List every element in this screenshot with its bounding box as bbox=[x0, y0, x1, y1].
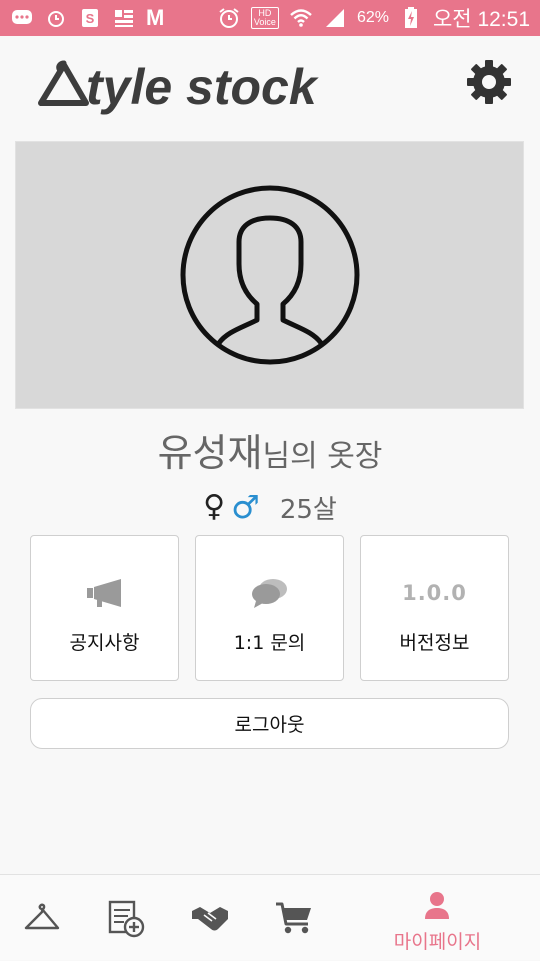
m-app-icon: M bbox=[146, 5, 165, 30]
cart-icon bbox=[276, 902, 311, 934]
hanger-logo-icon bbox=[38, 60, 89, 106]
nav-closet-tab[interactable] bbox=[10, 875, 74, 961]
clock: 오전 12:51 bbox=[432, 8, 530, 31]
version-label: 버전정보 bbox=[399, 632, 470, 654]
wifi-icon bbox=[289, 7, 313, 29]
male-symbol-icon[interactable]: ♂ bbox=[231, 491, 260, 523]
alarm-clock-icon bbox=[217, 7, 241, 29]
person-icon bbox=[425, 892, 449, 919]
notice-label: 공지사항 bbox=[69, 632, 140, 654]
nav-register-tab[interactable] bbox=[94, 875, 158, 961]
logo-text: tyle stock bbox=[86, 59, 317, 115]
logout-button[interactable]: 로그아웃 bbox=[30, 698, 509, 749]
nav-trade-tab[interactable] bbox=[178, 875, 242, 961]
megaphone-icon bbox=[31, 576, 178, 610]
female-symbol-icon[interactable]: ♀ bbox=[203, 492, 225, 522]
bottom-navigation: 마이페이지 bbox=[0, 874, 540, 960]
signal-icon bbox=[323, 7, 347, 29]
status-bar: S M HD Voice 62% 오전 12:51 bbox=[0, 0, 540, 36]
user-age: 25살 bbox=[279, 494, 337, 525]
menu-cards: 공지사항 1:1 문의 1.0.0 버전정보 bbox=[30, 535, 510, 681]
gender-age-row: ♀ ♂ 25살 bbox=[0, 487, 540, 527]
app-logo: tyle stock bbox=[36, 52, 317, 122]
hanger-icon bbox=[24, 903, 60, 930]
settings-gear-icon[interactable] bbox=[465, 58, 513, 106]
handshake-icon bbox=[192, 907, 228, 931]
status-bar-left: S M bbox=[0, 5, 174, 31]
add-document-icon bbox=[108, 900, 145, 938]
battery-percent: 62% bbox=[356, 9, 389, 26]
version-number-display: 1.0.0 bbox=[361, 576, 508, 610]
version-card[interactable]: 1.0.0 버전정보 bbox=[360, 535, 509, 681]
message-icon bbox=[10, 7, 34, 29]
app-header: tyle stock bbox=[0, 36, 540, 136]
news-icon bbox=[112, 7, 136, 29]
chat-bubbles-icon bbox=[196, 576, 343, 610]
inquiry-label: 1:1 문의 bbox=[233, 632, 306, 654]
nav-mypage-tab[interactable]: 마이페이지 bbox=[365, 875, 510, 961]
svg-text:S: S bbox=[86, 11, 95, 26]
closet-suffix: 님의 옷장 bbox=[262, 439, 383, 474]
version-number: 1.0.0 bbox=[402, 581, 467, 605]
notice-card[interactable]: 공지사항 bbox=[30, 535, 179, 681]
app-s-icon: S bbox=[78, 7, 102, 29]
hd-voice-icon: HD Voice bbox=[250, 7, 279, 29]
closet-owner-title: 유성재님의 옷장 bbox=[0, 422, 540, 477]
profile-banner bbox=[15, 141, 524, 409]
user-name: 유성재 bbox=[157, 431, 263, 475]
nav-cart-tab[interactable] bbox=[262, 875, 326, 961]
status-bar-right: HD Voice 62% 오전 12:51 bbox=[207, 3, 540, 33]
avatar-silhouette-icon bbox=[180, 185, 360, 365]
alarm-icon bbox=[44, 7, 68, 29]
inquiry-card[interactable]: 1:1 문의 bbox=[195, 535, 344, 681]
battery-charging-icon bbox=[399, 7, 423, 29]
voice-label: Voice bbox=[253, 17, 276, 27]
nav-mypage-label: 마이페이지 bbox=[393, 931, 482, 953]
